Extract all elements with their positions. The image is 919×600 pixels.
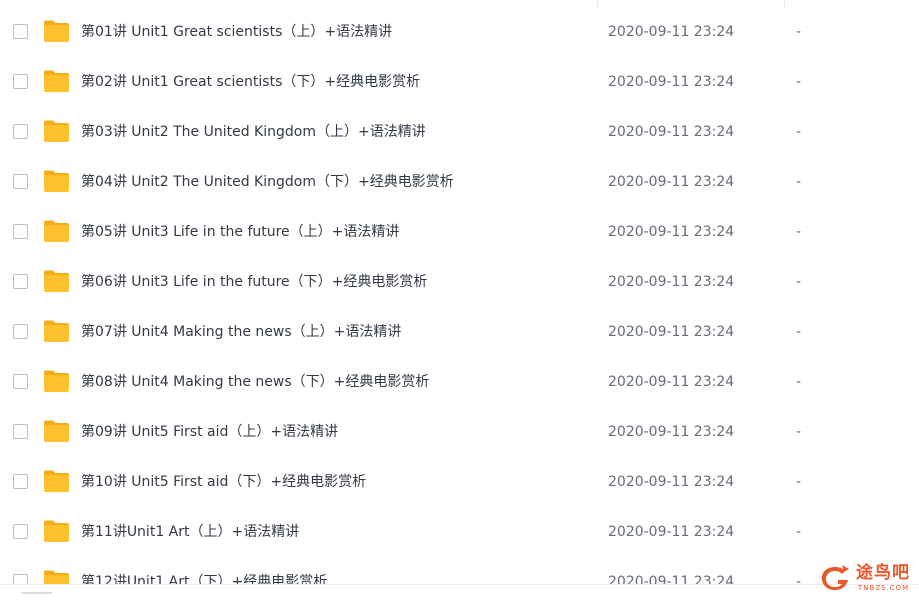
row-checkbox[interactable] bbox=[13, 474, 28, 489]
modified-time: 2020-09-11 23:24 bbox=[608, 274, 735, 290]
row-checkbox[interactable] bbox=[13, 424, 28, 439]
file-row[interactable]: 第04讲 Unit2 The United Kingdom（下）+经典电影赏析 … bbox=[0, 157, 919, 207]
watermark-subtext: TNBZS.COM bbox=[858, 584, 910, 592]
modified-time: 2020-09-11 23:24 bbox=[608, 224, 735, 240]
file-row[interactable]: 第10讲 Unit5 First aid（下）+经典电影赏析 2020-09-1… bbox=[0, 457, 919, 507]
file-size: - bbox=[796, 274, 802, 290]
file-row[interactable]: 第05讲 Unit3 Life in the future（上）+语法精讲 20… bbox=[0, 207, 919, 257]
file-row[interactable]: 第03讲 Unit2 The United Kingdom（上）+语法精讲 20… bbox=[0, 107, 919, 157]
file-size: - bbox=[796, 474, 802, 490]
file-name[interactable]: 第03讲 Unit2 The United Kingdom（上）+语法精讲 bbox=[81, 123, 426, 141]
watermark: 途鸟吧 TNBZS.COM bbox=[818, 561, 918, 597]
file-size: - bbox=[796, 224, 802, 240]
file-name[interactable]: 第01讲 Unit1 Great scientists（上）+语法精讲 bbox=[81, 23, 392, 41]
file-row[interactable]: 第01讲 Unit1 Great scientists（上）+语法精讲 2020… bbox=[0, 7, 919, 57]
row-checkbox[interactable] bbox=[13, 524, 28, 539]
folder-icon bbox=[44, 120, 69, 142]
row-checkbox[interactable] bbox=[13, 224, 28, 239]
modified-time: 2020-09-11 23:24 bbox=[608, 474, 735, 490]
row-checkbox[interactable] bbox=[13, 24, 28, 39]
file-row[interactable]: 第08讲 Unit4 Making the news（下）+经典电影赏析 202… bbox=[0, 357, 919, 407]
modified-time: 2020-09-11 23:24 bbox=[608, 374, 735, 390]
file-name[interactable]: 第07讲 Unit4 Making the news（上）+语法精讲 bbox=[81, 323, 401, 341]
scrollbar-thumb[interactable] bbox=[22, 592, 52, 594]
file-name[interactable]: 第06讲 Unit3 Life in the future（下）+经典电影赏析 bbox=[81, 273, 427, 291]
folder-icon bbox=[44, 20, 69, 42]
file-name[interactable]: 第04讲 Unit2 The United Kingdom（下）+经典电影赏析 bbox=[81, 173, 454, 191]
row-checkbox[interactable] bbox=[13, 274, 28, 289]
file-row[interactable]: 第06讲 Unit3 Life in the future（下）+经典电影赏析 … bbox=[0, 257, 919, 307]
modified-time: 2020-09-11 23:24 bbox=[608, 524, 735, 540]
modified-time: 2020-09-11 23:24 bbox=[608, 424, 735, 440]
row-checkbox[interactable] bbox=[13, 74, 28, 89]
row-checkbox[interactable] bbox=[13, 124, 28, 139]
file-name[interactable]: 第08讲 Unit4 Making the news（下）+经典电影赏析 bbox=[81, 373, 429, 391]
file-size: - bbox=[796, 374, 802, 390]
file-size: - bbox=[796, 24, 802, 40]
folder-icon bbox=[44, 470, 69, 492]
folder-icon bbox=[44, 170, 69, 192]
folder-icon bbox=[44, 270, 69, 292]
file-name[interactable]: 第11讲Unit1 Art（上）+语法精讲 bbox=[81, 523, 299, 541]
tnbzs-logo-icon bbox=[821, 565, 849, 591]
folder-icon bbox=[44, 220, 69, 242]
folder-icon bbox=[44, 520, 69, 542]
file-row[interactable]: 第02讲 Unit1 Great scientists（下）+经典电影赏析 20… bbox=[0, 57, 919, 107]
folder-icon bbox=[44, 70, 69, 92]
bottom-bar bbox=[0, 584, 919, 600]
file-name[interactable]: 第05讲 Unit3 Life in the future（上）+语法精讲 bbox=[81, 223, 399, 241]
modified-time: 2020-09-11 23:24 bbox=[608, 124, 735, 140]
row-checkbox[interactable] bbox=[13, 374, 28, 389]
modified-time: 2020-09-11 23:24 bbox=[608, 174, 735, 190]
file-size: - bbox=[796, 74, 802, 90]
row-checkbox[interactable] bbox=[13, 324, 28, 339]
modified-time: 2020-09-11 23:24 bbox=[608, 24, 735, 40]
file-row[interactable]: 第09讲 Unit5 First aid（上）+语法精讲 2020-09-11 … bbox=[0, 407, 919, 457]
watermark-text: 途鸟吧 bbox=[856, 563, 910, 583]
file-name[interactable]: 第02讲 Unit1 Great scientists（下）+经典电影赏析 bbox=[81, 73, 420, 91]
modified-time: 2020-09-11 23:24 bbox=[608, 324, 735, 340]
file-list: 第01讲 Unit1 Great scientists（上）+语法精讲 2020… bbox=[0, 0, 919, 600]
file-size: - bbox=[796, 174, 802, 190]
folder-icon bbox=[44, 420, 69, 442]
file-size: - bbox=[796, 124, 802, 140]
file-row[interactable]: 第11讲Unit1 Art（上）+语法精讲 2020-09-11 23:24 - bbox=[0, 507, 919, 557]
folder-icon bbox=[44, 320, 69, 342]
folder-icon bbox=[44, 370, 69, 392]
file-name[interactable]: 第10讲 Unit5 First aid（下）+经典电影赏析 bbox=[81, 473, 366, 491]
row-checkbox[interactable] bbox=[13, 174, 28, 189]
file-name[interactable]: 第09讲 Unit5 First aid（上）+语法精讲 bbox=[81, 423, 338, 441]
modified-time: 2020-09-11 23:24 bbox=[608, 74, 735, 90]
file-size: - bbox=[796, 524, 802, 540]
file-row[interactable]: 第07讲 Unit4 Making the news（上）+语法精讲 2020-… bbox=[0, 307, 919, 357]
file-size: - bbox=[796, 324, 802, 340]
file-size: - bbox=[796, 424, 802, 440]
